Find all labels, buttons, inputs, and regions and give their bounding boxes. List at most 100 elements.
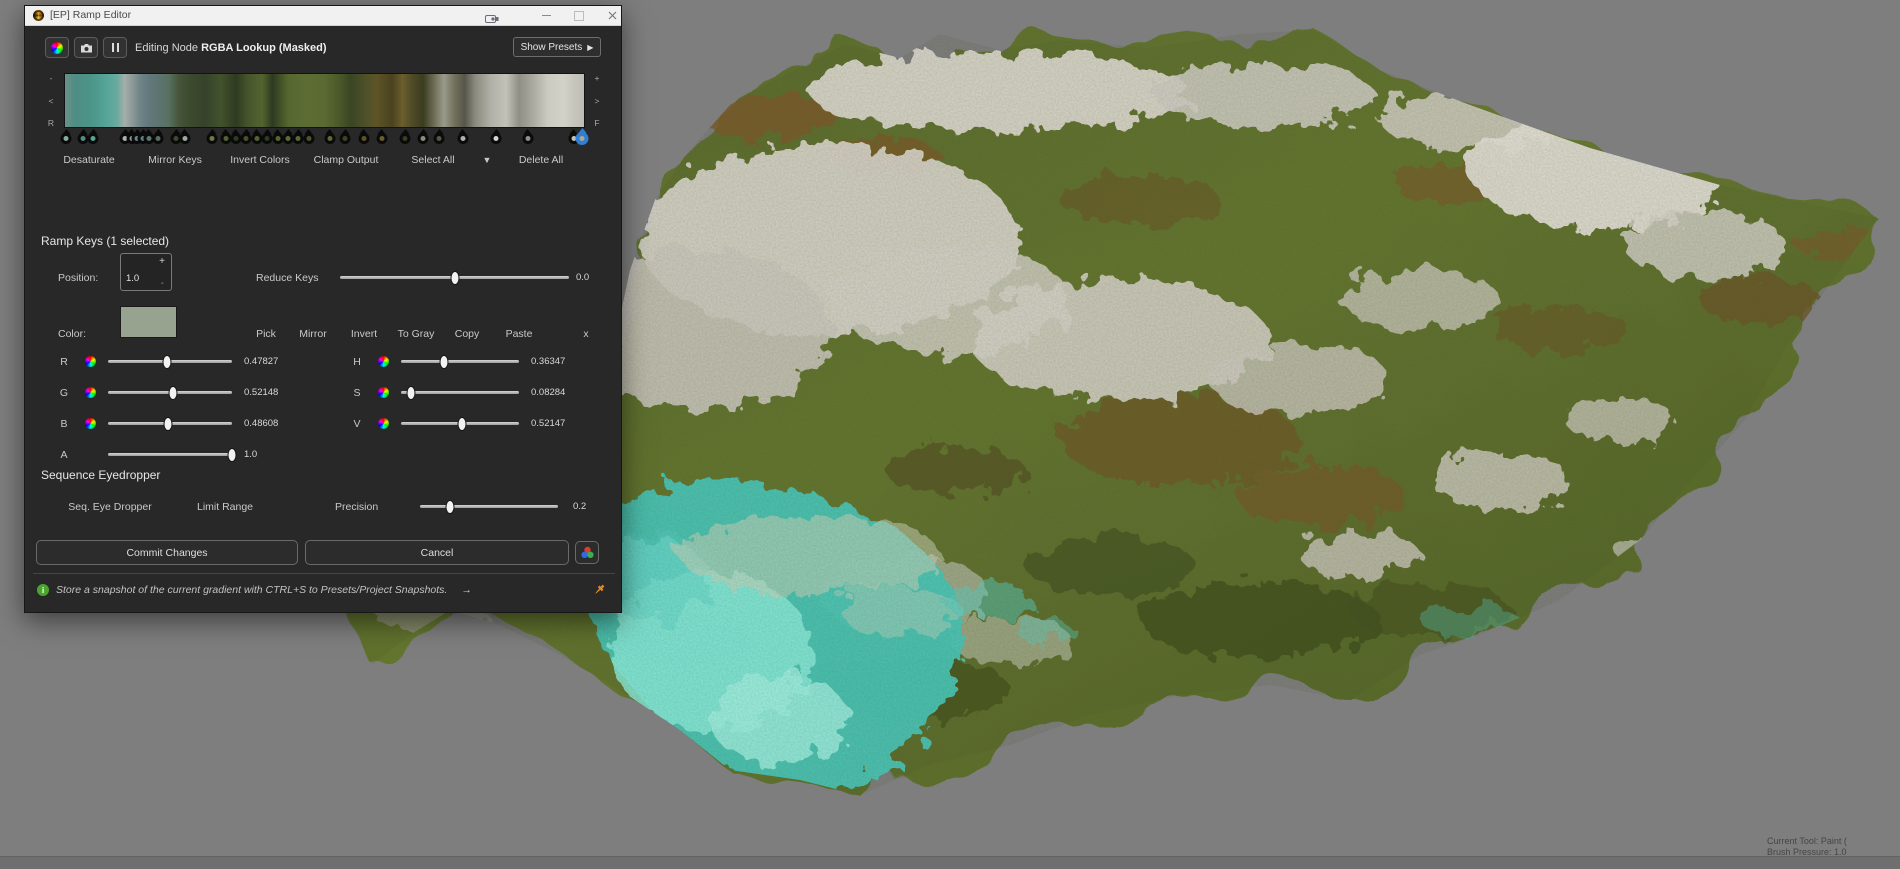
dialog-titlebar[interactable]: [EP] Ramp Editor — [25, 6, 621, 26]
slider-thumb[interactable] — [458, 417, 467, 431]
slider-row-b: B 0.48608 — [56, 408, 298, 439]
pause-button[interactable] — [103, 37, 127, 58]
reduce-keys-value: 0.0 — [576, 272, 589, 283]
ramp-nav-label[interactable]: F — [594, 118, 599, 128]
color-wheel-button[interactable] — [45, 37, 69, 58]
position-value[interactable]: 1.0 — [126, 273, 139, 284]
ramp-key[interactable] — [153, 133, 164, 144]
ramp-right-labels: + > F — [589, 73, 605, 128]
position-increment-button[interactable]: + — [159, 256, 165, 267]
color-action-pick[interactable]: Pick — [256, 328, 276, 340]
ramp-key[interactable] — [324, 133, 335, 144]
ramp-key[interactable] — [283, 133, 294, 144]
slider-track[interactable] — [108, 453, 232, 456]
slider-thumb[interactable] — [228, 448, 237, 462]
color-wheel-icon[interactable] — [378, 418, 389, 429]
snapshot-button[interactable] — [74, 37, 98, 58]
ramp-key[interactable] — [207, 133, 218, 144]
ramp-key[interactable] — [522, 133, 533, 144]
color-wheel-icon[interactable] — [85, 418, 96, 429]
snapshot-camera-icon[interactable] — [485, 11, 499, 29]
show-presets-button[interactable]: Show Presets ▶ — [513, 37, 601, 57]
dialog-title: [EP] Ramp Editor — [50, 9, 131, 21]
ramp-action-clamp-output[interactable]: Clamp Output — [314, 154, 379, 166]
slider-track[interactable] — [108, 360, 232, 363]
ramp-action-invert-colors[interactable]: Invert Colors — [230, 154, 290, 166]
slider-thumb[interactable] — [439, 355, 448, 369]
color-action-mirror[interactable]: Mirror — [299, 328, 326, 340]
slider-thumb[interactable] — [406, 386, 415, 400]
seq-eyedropper-button[interactable]: Seq. Eye Dropper — [68, 501, 151, 513]
ramp-key[interactable] — [457, 133, 468, 144]
color-action-paste[interactable]: Paste — [506, 328, 533, 340]
ramp-key[interactable] — [434, 133, 445, 144]
ramp-key[interactable] — [88, 133, 99, 144]
slider-track[interactable] — [401, 391, 519, 394]
ramp-key[interactable] — [293, 133, 304, 144]
ramp-nav-label[interactable]: + — [595, 73, 600, 83]
ramp-key[interactable] — [251, 133, 262, 144]
ramp-action-mirror-keys[interactable]: Mirror Keys — [148, 154, 202, 166]
color-action-copy[interactable]: Copy — [455, 328, 480, 340]
slider-thumb[interactable] — [163, 355, 172, 369]
ramp-nav-label[interactable]: - — [50, 73, 53, 83]
ramp-key[interactable] — [400, 133, 411, 144]
ramp-action-delete-all[interactable]: Delete All — [519, 154, 563, 166]
gradient-bar[interactable] — [64, 73, 585, 128]
ramp-action-select-all[interactable]: Select All — [411, 154, 454, 166]
slider-thumb[interactable] — [164, 417, 173, 431]
ramp-key[interactable] — [358, 133, 369, 144]
color-action-x[interactable]: x — [583, 328, 588, 340]
slider-track[interactable] — [401, 360, 519, 363]
ramp-keys-row[interactable] — [64, 128, 585, 146]
position-decrement-button[interactable]: - — [161, 278, 164, 289]
ramp-key[interactable] — [262, 133, 273, 144]
ramp-key[interactable] — [179, 133, 190, 144]
slider-thumb[interactable] — [446, 500, 455, 514]
ramp-key[interactable] — [303, 133, 314, 144]
precision-slider[interactable] — [420, 505, 558, 508]
ramp-key[interactable] — [376, 133, 387, 144]
sliders-right: H 0.36347 S 0.08284 V 0.52147 — [349, 346, 585, 439]
pin-icon[interactable] — [593, 583, 606, 601]
ramp-key[interactable] — [220, 133, 231, 144]
close-button[interactable] — [599, 6, 625, 25]
slider-label: S — [349, 387, 365, 399]
limit-range-button[interactable]: Limit Range — [197, 501, 253, 513]
ramp-key[interactable] — [241, 133, 252, 144]
ramp-key[interactable] — [418, 133, 429, 144]
slider-track[interactable] — [108, 422, 232, 425]
sliders-left: R 0.47827 G 0.52148 B 0.48608 A 1.0 — [56, 346, 298, 470]
ramp-key[interactable] — [491, 133, 502, 144]
reduce-keys-slider[interactable] — [340, 276, 569, 279]
ramp-nav-label[interactable]: < — [49, 96, 54, 106]
ramp-editor-dialog: [EP] Ramp Editor Editing Node RGBA Looku… — [24, 5, 622, 613]
ramp-key[interactable] — [61, 133, 72, 144]
color-wheel-icon[interactable] — [378, 356, 389, 367]
color-wheel-icon[interactable] — [378, 387, 389, 398]
rgb-triangle-button[interactable] — [575, 541, 599, 564]
ramp-nav-label[interactable]: > — [595, 96, 600, 106]
minimize-button[interactable] — [533, 6, 559, 25]
position-spinner[interactable]: 1.0 + - — [120, 253, 172, 291]
slider-thumb[interactable] — [168, 386, 177, 400]
maximize-button[interactable] — [566, 6, 592, 25]
ramp-key[interactable] — [340, 133, 351, 144]
color-wheel-icon[interactable] — [85, 356, 96, 367]
info-icon — [37, 584, 49, 596]
color-wheel-icon[interactable] — [85, 387, 96, 398]
slider-thumb[interactable] — [450, 271, 459, 285]
ramp-nav-label[interactable]: R — [48, 118, 54, 128]
ramp-key[interactable] — [272, 133, 283, 144]
color-action-to-gray[interactable]: To Gray — [398, 328, 435, 340]
ramp-key[interactable] — [230, 133, 241, 144]
slider-track[interactable] — [108, 391, 232, 394]
viewport-bottom-strip — [0, 856, 1900, 869]
commit-changes-button[interactable]: Commit Changes — [36, 540, 298, 565]
cancel-button[interactable]: Cancel — [305, 540, 569, 565]
color-action-invert[interactable]: Invert — [351, 328, 377, 340]
ramp-action-desaturate[interactable]: Desaturate — [63, 154, 114, 166]
ramp-key-selected[interactable] — [576, 132, 589, 145]
slider-track[interactable] — [401, 422, 519, 425]
ramp-action-dropdown-arrow[interactable]: ▼ — [483, 155, 492, 165]
